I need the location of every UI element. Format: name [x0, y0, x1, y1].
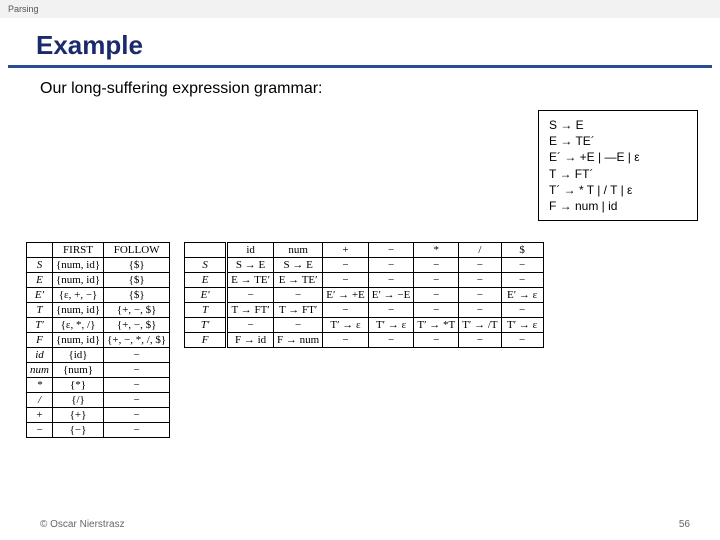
tables-container: FIRST FOLLOW S{num, id}{$} E{num, id}{$}…: [26, 242, 706, 438]
grammar-rule: E → TE´: [549, 133, 687, 149]
table-row: E{num, id}{$}: [27, 273, 170, 288]
slide-title: Example: [0, 18, 720, 65]
table-row: TT → FT′T → FT′−−−−−: [185, 303, 543, 318]
table-row: E′{ε, +, −}{$}: [27, 288, 170, 303]
table-row: +{+}−: [27, 408, 170, 423]
table-header-row: FIRST FOLLOW: [27, 243, 170, 258]
table-row: SS → ES → E−−−−−: [185, 258, 543, 273]
first-follow-table: FIRST FOLLOW S{num, id}{$} E{num, id}{$}…: [26, 242, 170, 438]
table-header-row: id num + − * / $: [185, 243, 543, 258]
table-row: T{num, id}{+, −, $}: [27, 303, 170, 318]
table-row: num{num}−: [27, 363, 170, 378]
table-row: −{−}−: [27, 423, 170, 438]
table-row: F{num, id}{+, −, *, /, $}: [27, 333, 170, 348]
table-row: E′−−E′ → +EE′ → −E−−E′ → ε: [185, 288, 543, 303]
parse-table: id num + − * / $ SS → ES → E−−−−− EE → T…: [184, 242, 543, 348]
title-rule: [8, 65, 712, 68]
table-row: id{id}−: [27, 348, 170, 363]
grammar-box: S → E E → TE´ E´ → +E | —E | ε T → FT´ T…: [538, 110, 698, 221]
table-row: S{num, id}{$}: [27, 258, 170, 273]
footer: © Oscar Nierstrasz 56: [40, 519, 690, 530]
table-row: EE → TE′E → TE′−−−−−: [185, 273, 543, 288]
copyright: © Oscar Nierstrasz: [40, 519, 125, 530]
col-first: FIRST: [52, 243, 103, 258]
grammar-rule: T → FT´: [549, 166, 687, 182]
grammar-rule: S → E: [549, 117, 687, 133]
slide-subtitle: Our long-suffering expression grammar:: [0, 80, 720, 104]
grammar-rule: E´ → +E | —E | ε: [549, 149, 687, 165]
table-row: /{/}−: [27, 393, 170, 408]
table-row: T′−−T′ → εT′ → εT′ → *TT′ → /TT′ → ε: [185, 318, 543, 333]
grammar-rule: F → num | id: [549, 198, 687, 214]
table-row: T′{ε, *, /}{+, −, $}: [27, 318, 170, 333]
table-row: FF → idF → num−−−−−: [185, 333, 543, 348]
col-follow: FOLLOW: [104, 243, 170, 258]
table-row: *{*}−: [27, 378, 170, 393]
page-number: 56: [679, 519, 690, 530]
slide-category: Parsing: [0, 0, 720, 18]
grammar-rule: T´ → * T | / T | ε: [549, 182, 687, 198]
